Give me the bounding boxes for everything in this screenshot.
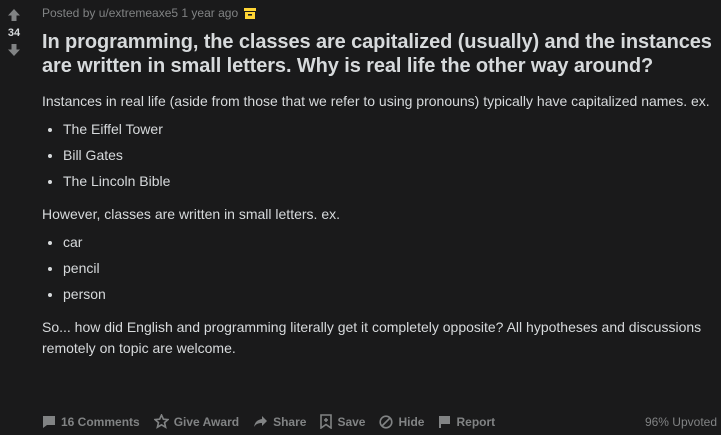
post-title[interactable]: In programming, the classes are capitali… <box>42 30 714 78</box>
vote-score: 34 <box>7 27 21 39</box>
downvote-arrow-icon[interactable] <box>4 42 24 58</box>
hide-label: Hide <box>398 414 425 429</box>
post-body: Instances in real life (aside from those… <box>42 91 714 359</box>
upvoted-ratio: 96% Upvoted <box>644 414 717 429</box>
comments-button[interactable]: 16 Comments <box>42 415 140 429</box>
post-meta: Posted by u/extremeaxe5 1 year ago <box>42 5 714 21</box>
post-intro: Instances in real life (aside from those… <box>42 93 710 109</box>
comment-icon <box>43 415 55 428</box>
list-item: Bill Gates <box>63 145 714 166</box>
give-award-button[interactable]: Give Award <box>153 414 240 429</box>
post-content: Posted by u/extremeaxe5 1 year ago In pr… <box>42 0 714 359</box>
archive-icon <box>244 7 257 19</box>
flag-icon <box>439 415 451 428</box>
post-actions-bar: 16 Comments Give Award Share Save Hide R… <box>42 414 721 429</box>
list-item: The Lincoln Bible <box>63 171 714 192</box>
upvote-arrow-icon[interactable] <box>4 7 24 23</box>
post-meta-text[interactable]: Posted by u/extremeaxe5 1 year ago <box>42 6 238 20</box>
save-label: Save <box>337 414 366 429</box>
post-closing: So... how did English and programming li… <box>42 319 702 356</box>
bookmark-plus-icon <box>320 414 333 429</box>
list-item: pencil <box>63 258 714 279</box>
list-item: person <box>63 284 714 305</box>
classes-intro: However, classes are written in small le… <box>42 206 340 222</box>
list-item: The Eiffel Tower <box>63 119 714 140</box>
report-label: Report <box>456 414 496 429</box>
award-label: Give Award <box>173 414 240 429</box>
share-label: Share <box>273 414 307 429</box>
classes-list: car pencil person <box>42 232 714 305</box>
hide-button[interactable]: Hide <box>379 415 424 429</box>
share-button[interactable]: Share <box>253 415 306 429</box>
vote-column: 34 <box>0 0 28 58</box>
comments-label: 16 Comments <box>61 414 140 429</box>
share-icon <box>254 415 268 427</box>
report-button[interactable]: Report <box>438 415 495 429</box>
instances-list: The Eiffel Tower Bill Gates The Lincoln … <box>42 119 714 192</box>
list-item: car <box>63 232 714 253</box>
hide-icon <box>379 414 394 429</box>
award-icon <box>153 414 169 429</box>
save-button[interactable]: Save <box>320 414 365 429</box>
